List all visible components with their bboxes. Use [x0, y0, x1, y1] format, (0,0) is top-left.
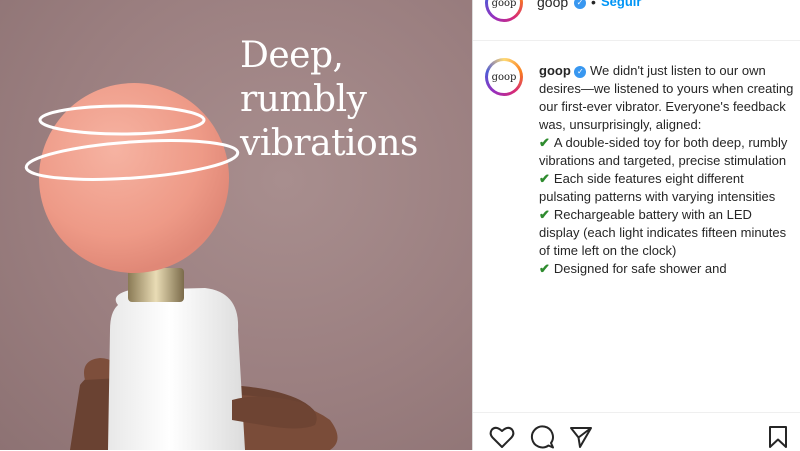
heart-icon[interactable] [489, 425, 515, 449]
caption: goop ✓ We didn't just listen to our own … [539, 62, 795, 278]
avatar-logo: goop [488, 0, 520, 19]
post-details-panel: goop goop ✓ • Seguir goop goop ✓ We didn… [472, 0, 800, 451]
username-link[interactable]: goop [537, 0, 568, 10]
avatar-logo: goop [488, 61, 520, 93]
caption-bullet-text: Each side features eight different pulsa… [539, 171, 776, 204]
separator-dot: • [591, 0, 596, 10]
caption-bullet: ✔ Rechargeable battery with an LED displa… [539, 206, 795, 260]
avatar[interactable]: goop [485, 0, 523, 22]
caption-avatar[interactable]: goop [485, 58, 523, 96]
share-icon[interactable] [569, 425, 593, 449]
comment-icon[interactable] [529, 425, 555, 449]
caption-bullet-text: Designed for safe shower and [553, 261, 727, 276]
caption-bullet-text: A double-sided toy for both deep, rumbly… [539, 135, 788, 168]
post-image[interactable]: Deep, rumbly vibrations [0, 0, 472, 450]
check-icon: ✔ [539, 261, 550, 276]
caption-intro: goop ✓ We didn't just listen to our own … [539, 62, 795, 134]
caption-bullet-text: Rechargeable battery with an LED display… [539, 207, 787, 258]
headline-text: Deep, rumbly vibrations [240, 35, 418, 164]
action-bar [473, 412, 800, 451]
verified-badge-icon: ✓ [574, 66, 587, 78]
caption-bullet: ✔ Each side features eight different puls… [539, 170, 795, 206]
caption-bullet: ✔ Designed for safe shower and [539, 260, 795, 278]
post-header: goop goop ✓ • Seguir [473, 0, 800, 41]
bookmark-icon[interactable] [767, 425, 789, 449]
verified-badge-icon: ✓ [574, 0, 586, 9]
check-icon: ✔ [539, 171, 550, 186]
caption-bullet: ✔ A double-sided toy for both deep, rumbl… [539, 134, 795, 170]
check-icon: ✔ [539, 207, 550, 222]
follow-button[interactable]: Seguir [601, 0, 641, 9]
check-icon: ✔ [539, 135, 550, 150]
caption-username-link[interactable]: goop [539, 63, 571, 78]
